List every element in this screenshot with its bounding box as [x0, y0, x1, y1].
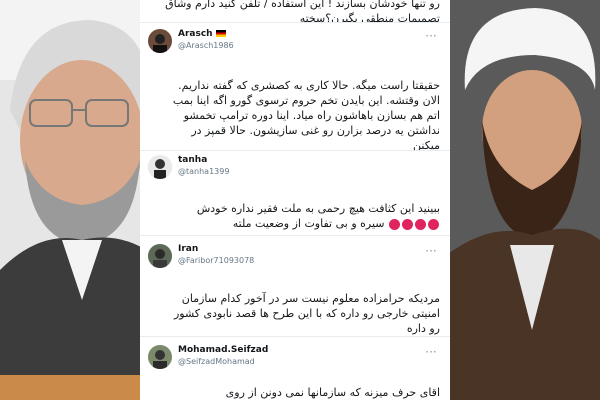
- tweet-card: tanha @tanha1399 ببینید این کثافت هیچ رح…: [140, 150, 450, 233]
- tweet-feed: رو تنها خودشان بسازند ! این استفاده / تل…: [140, 0, 450, 400]
- tweet-text: اقای حرف میزنه که سازمانها نمی دونن از ر…: [225, 386, 440, 399]
- tweet-text: حقیقتا راست میگه. حالا کاری به کصشری که …: [172, 79, 440, 152]
- avatar[interactable]: [148, 29, 172, 53]
- left-photo: [0, 0, 160, 400]
- tweet-text: ببینید این کثافت هیچ رحمی به ملت فقیر ند…: [196, 202, 440, 230]
- user-handle[interactable]: @SeifzadMohamad: [178, 357, 255, 366]
- angry-face-icon: [389, 218, 400, 230]
- angry-face-icon: [415, 218, 426, 230]
- tweet-card: ··· Iran @Faribor71093078 مردیکه حرامزاد…: [140, 235, 450, 336]
- avatar[interactable]: [148, 244, 172, 268]
- more-options-icon[interactable]: ···: [424, 30, 438, 42]
- angry-face-icon: [402, 218, 413, 230]
- more-options-icon[interactable]: ···: [424, 245, 438, 257]
- avatar[interactable]: [148, 155, 172, 179]
- avatar[interactable]: [148, 345, 172, 369]
- user-name[interactable]: tanha: [178, 155, 207, 165]
- user-handle[interactable]: @Arasch1986: [178, 41, 234, 50]
- user-handle[interactable]: @Faribor71093078: [178, 256, 254, 265]
- man-portrait-glasses-icon: [0, 0, 160, 400]
- more-options-icon[interactable]: ···: [424, 346, 438, 358]
- user-name[interactable]: Iran: [178, 244, 198, 254]
- cleric-portrait-turban-icon: [440, 0, 600, 400]
- right-photo: [440, 0, 600, 400]
- user-handle[interactable]: @tanha1399: [178, 167, 229, 176]
- tweet-text: مردیکه حرامزاده معلوم نیست سر در آخور کد…: [173, 292, 440, 335]
- user-name[interactable]: Arasch: [178, 29, 226, 39]
- germany-flag-icon: [215, 30, 226, 37]
- tweet-card: ··· Mohamad.Seifzad @SeifzadMohamad اقای…: [140, 336, 450, 400]
- user-name[interactable]: Mohamad.Seifzad: [178, 345, 268, 355]
- angry-face-icon: [428, 218, 439, 230]
- tweet-card: ··· Arasch @Arasch1986 حقیقتا راست میگه.…: [140, 22, 450, 152]
